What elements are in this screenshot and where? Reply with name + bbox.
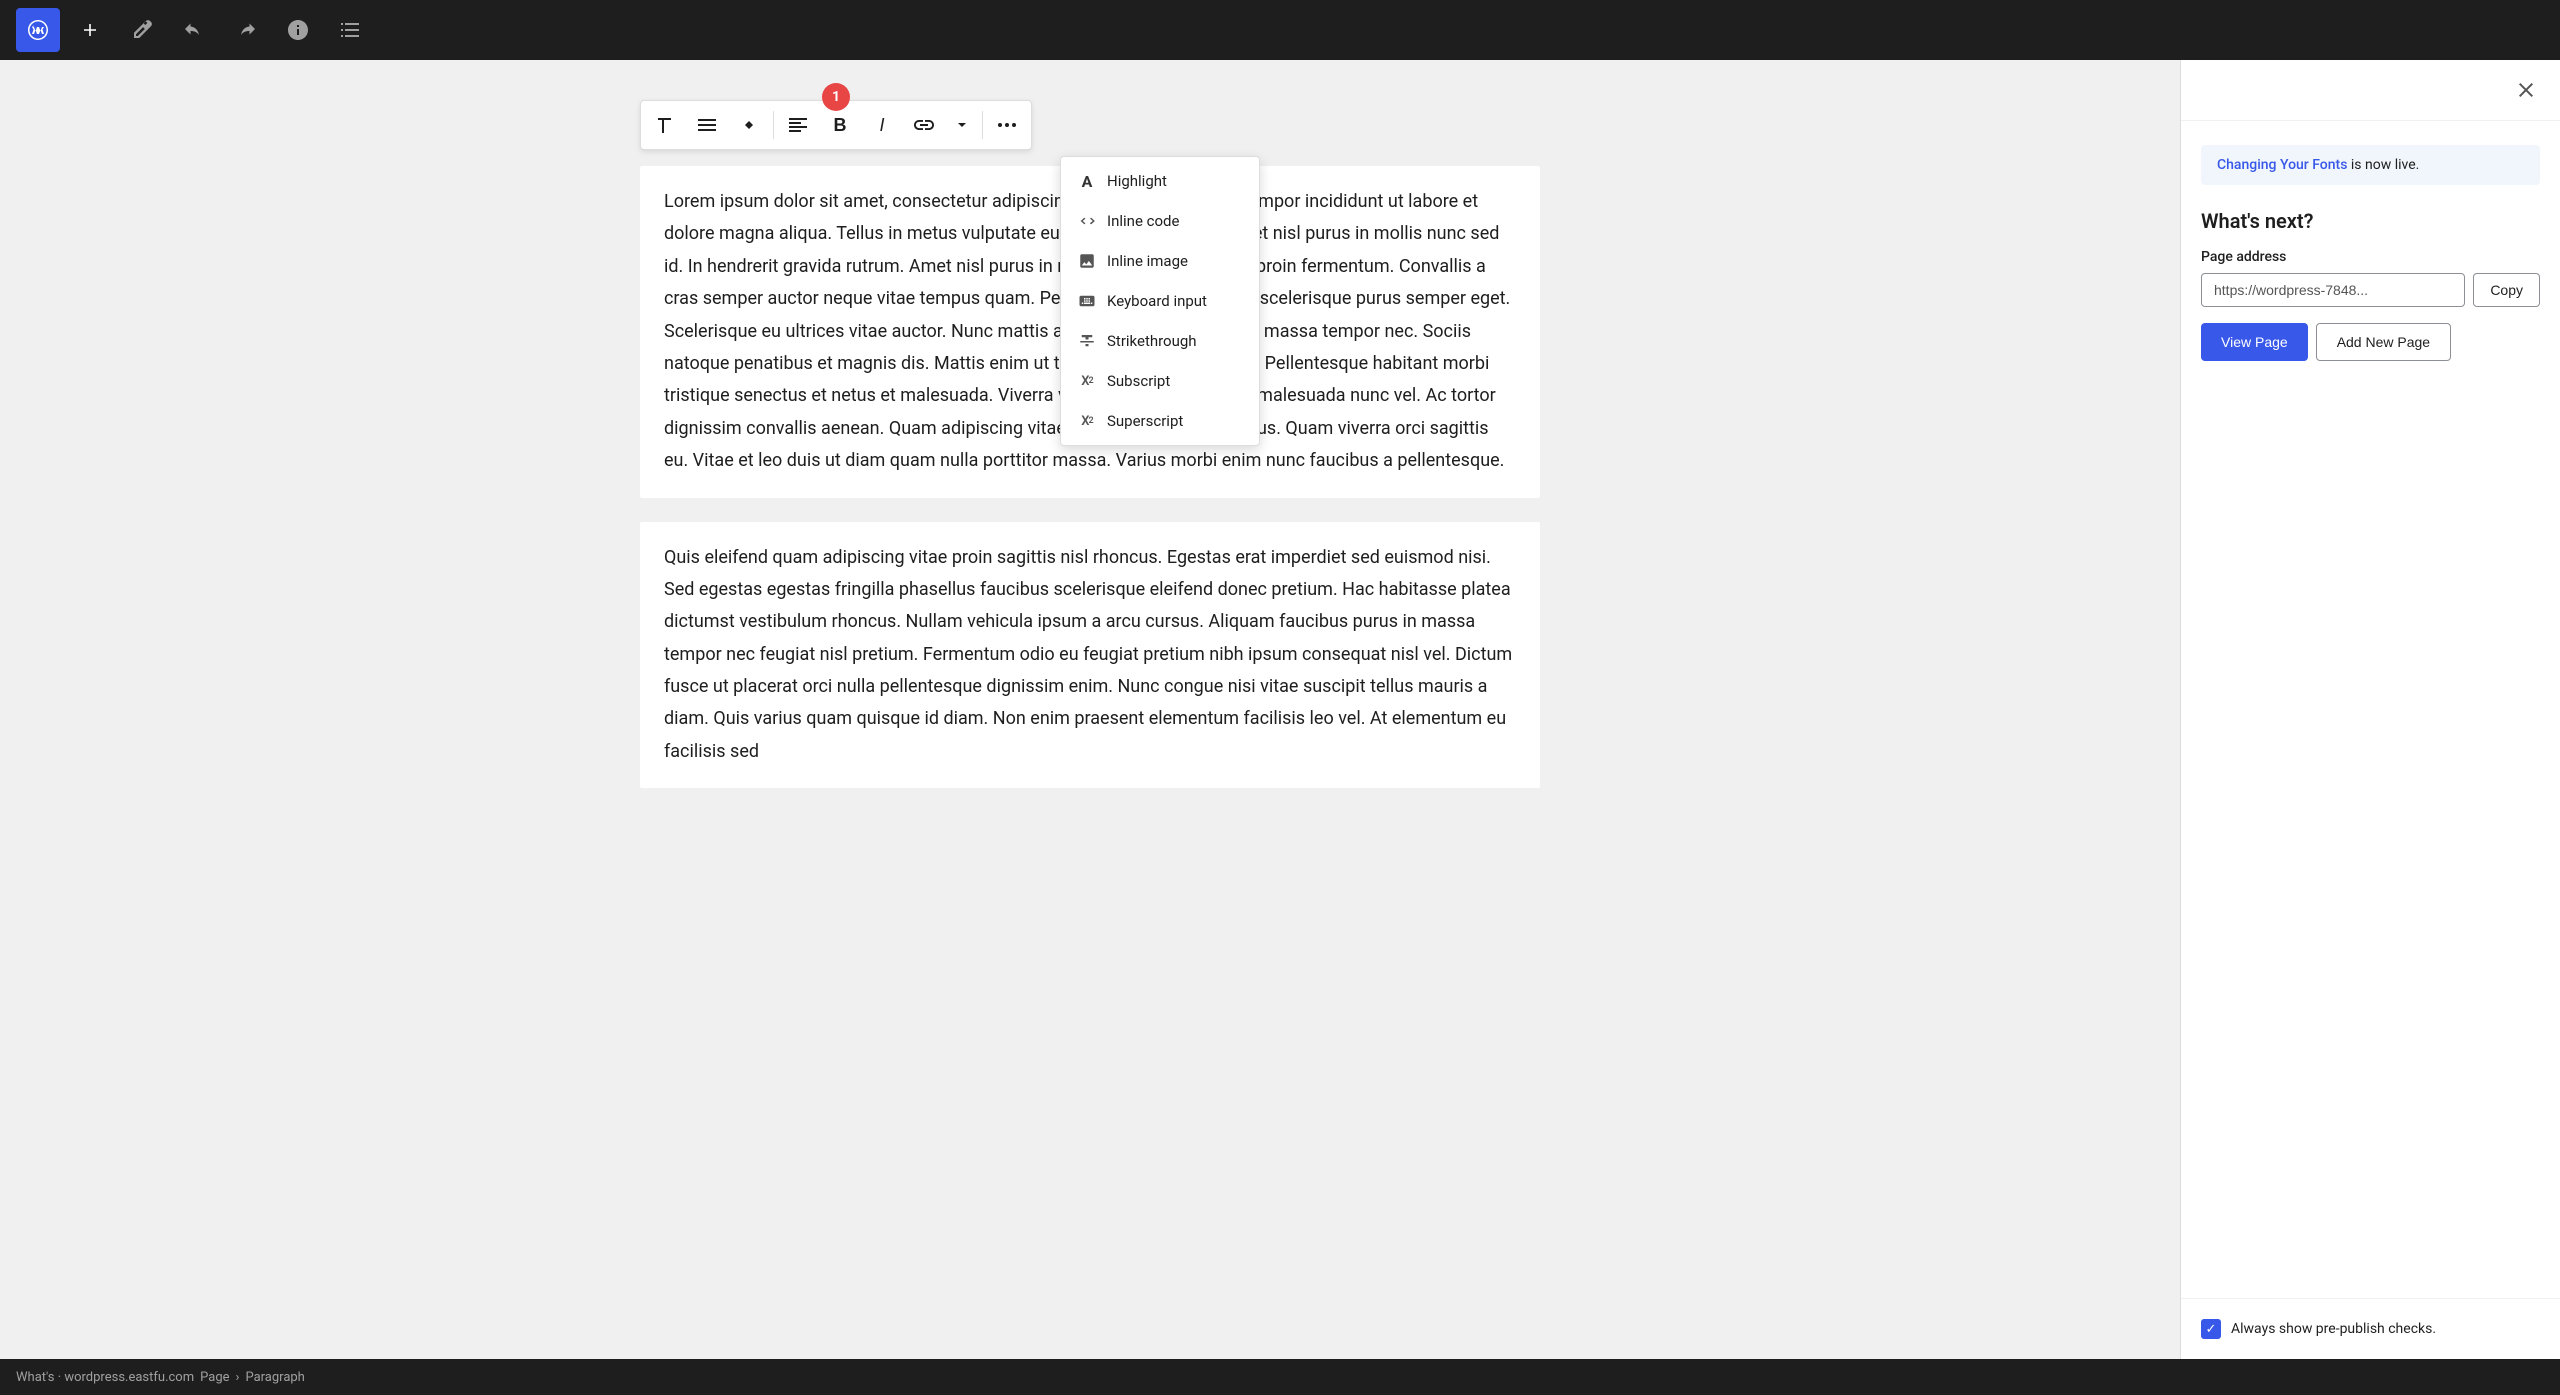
editor-area: 1 bbox=[0, 60, 2180, 1359]
bold-button[interactable]: B bbox=[820, 105, 860, 145]
paragraph-type-button[interactable] bbox=[645, 105, 685, 145]
main-area: 1 bbox=[0, 60, 2560, 1359]
inline-image-label: Inline image bbox=[1107, 252, 1188, 270]
notification-suffix: is now live. bbox=[2347, 157, 2419, 173]
add-new-page-button[interactable]: Add New Page bbox=[2316, 323, 2451, 361]
info-button[interactable] bbox=[276, 8, 320, 52]
subscript-label: Subscript bbox=[1107, 372, 1170, 390]
formatting-dropdown-menu: A Highlight Inline code bbox=[1060, 156, 1260, 446]
breadcrumb: What's · wordpress.eastfu.com Page › Par… bbox=[16, 1370, 305, 1385]
add-block-button[interactable] bbox=[68, 8, 112, 52]
highlight-menu-item[interactable]: A Highlight bbox=[1061, 161, 1259, 201]
highlight-icon: A bbox=[1077, 171, 1097, 191]
inline-code-icon bbox=[1077, 211, 1097, 231]
view-page-button[interactable]: View Page bbox=[2201, 323, 2308, 361]
more-options-button[interactable] bbox=[987, 105, 1027, 145]
strikethrough-menu-item[interactable]: Strikethrough bbox=[1061, 321, 1259, 361]
keyboard-input-menu-item[interactable]: Keyboard input bbox=[1061, 281, 1259, 321]
pre-publish-checkbox[interactable]: ✓ bbox=[2201, 1319, 2221, 1339]
link-button[interactable] bbox=[904, 105, 944, 145]
block-toolbar: 1 bbox=[640, 100, 1032, 150]
sidebar-content: Changing Your Fonts is now live. What's … bbox=[2181, 121, 2560, 1298]
page-address-input[interactable] bbox=[2201, 273, 2465, 307]
page-address-row: Copy bbox=[2201, 273, 2540, 307]
strikethrough-label: Strikethrough bbox=[1107, 332, 1197, 350]
page-address-label: Page address bbox=[2201, 249, 2540, 265]
toolbar-divider-1 bbox=[773, 111, 774, 139]
editor-content: 1 bbox=[640, 100, 1540, 1319]
superscript-icon: X2 bbox=[1077, 411, 1097, 431]
close-sidebar-button[interactable] bbox=[2508, 72, 2544, 108]
copy-button[interactable]: Copy bbox=[2473, 273, 2540, 307]
breadcrumb-page[interactable]: Page bbox=[200, 1370, 229, 1385]
notification-link[interactable]: Changing Your Fonts bbox=[2217, 157, 2347, 173]
list-view-button[interactable] bbox=[328, 8, 372, 52]
footer-bar: What's · wordpress.eastfu.com Page › Par… bbox=[0, 1359, 2560, 1395]
inline-code-menu-item[interactable]: Inline code bbox=[1061, 201, 1259, 241]
superscript-menu-item[interactable]: X2 Superscript bbox=[1061, 401, 1259, 441]
list-format-button[interactable] bbox=[687, 105, 727, 145]
footer-site-label: What's · wordpress.eastfu.com bbox=[16, 1370, 194, 1385]
toolbar-divider-2 bbox=[982, 111, 983, 139]
subscript-icon: X2 bbox=[1077, 371, 1097, 391]
what-next-title: What's next? bbox=[2201, 209, 2540, 233]
wordpress-logo bbox=[16, 8, 60, 52]
notification-badge: 1 bbox=[822, 83, 850, 111]
inline-image-icon bbox=[1077, 251, 1097, 271]
move-button[interactable] bbox=[729, 105, 769, 145]
undo-button[interactable] bbox=[172, 8, 216, 52]
top-bar bbox=[0, 0, 2560, 60]
sidebar-header bbox=[2181, 60, 2560, 121]
sidebar-panel: Changing Your Fonts is now live. What's … bbox=[2180, 60, 2560, 1359]
subscript-menu-item[interactable]: X2 Subscript bbox=[1061, 361, 1259, 401]
keyboard-input-label: Keyboard input bbox=[1107, 292, 1207, 310]
breadcrumb-paragraph[interactable]: Paragraph bbox=[245, 1370, 304, 1385]
align-button[interactable] bbox=[778, 105, 818, 145]
inline-code-label: Inline code bbox=[1107, 212, 1179, 230]
dropdown-toggle-button[interactable] bbox=[946, 105, 978, 145]
redo-button[interactable] bbox=[224, 8, 268, 52]
keyboard-input-icon bbox=[1077, 291, 1097, 311]
action-buttons: View Page Add New Page bbox=[2201, 323, 2540, 361]
inline-image-menu-item[interactable]: Inline image bbox=[1061, 241, 1259, 281]
strikethrough-icon bbox=[1077, 331, 1097, 351]
pre-publish-label: Always show pre-publish checks. bbox=[2231, 1321, 2436, 1337]
edit-button[interactable] bbox=[120, 8, 164, 52]
italic-button[interactable]: I bbox=[862, 105, 902, 145]
highlight-label: Highlight bbox=[1107, 172, 1167, 190]
superscript-label: Superscript bbox=[1107, 412, 1183, 430]
notification-bar: Changing Your Fonts is now live. bbox=[2201, 145, 2540, 185]
paragraph-block-2[interactable]: Quis eleifend quam adipiscing vitae proi… bbox=[640, 522, 1540, 789]
paragraph-2-text: Quis eleifend quam adipiscing vitae proi… bbox=[664, 547, 1512, 762]
breadcrumb-separator: › bbox=[236, 1370, 240, 1385]
